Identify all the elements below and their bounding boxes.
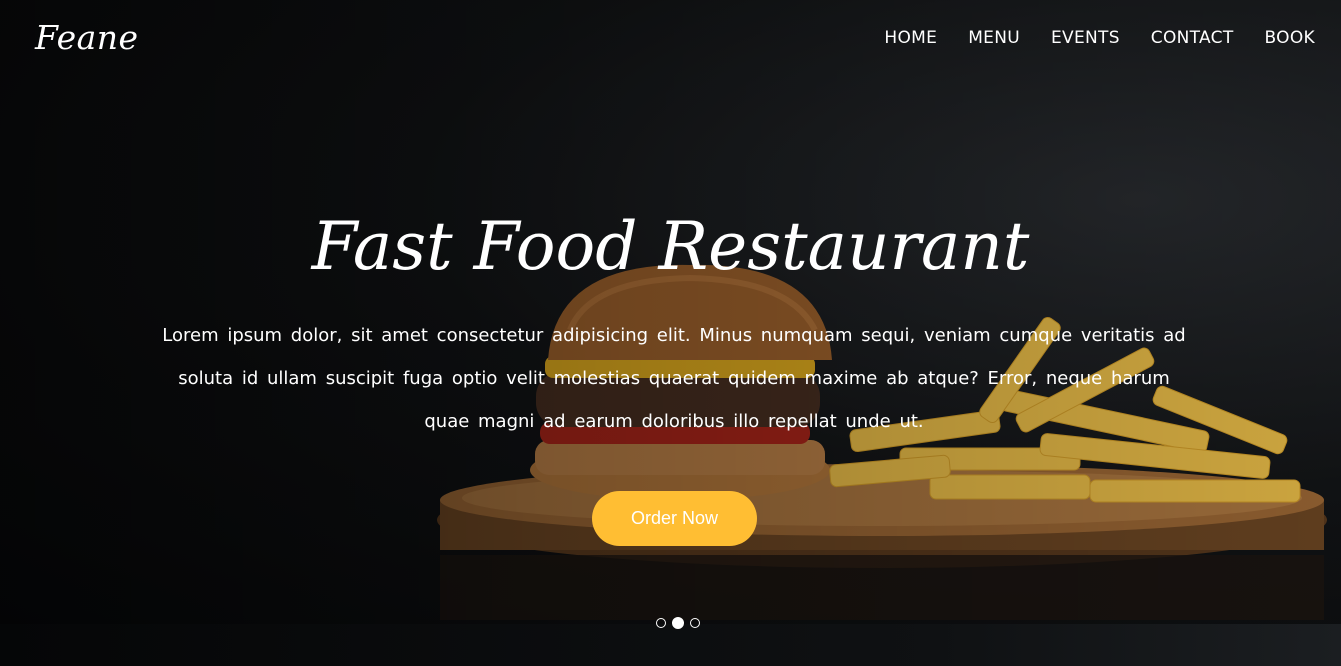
site-logo[interactable]: Feane: [35, 18, 139, 57]
site-header: Feane HOME MENU EVENTS CONTACT BOOK: [0, 0, 1341, 80]
nav-item-home[interactable]: HOME: [884, 28, 937, 48]
hero-bottom-band: [0, 624, 1341, 666]
main-nav: HOME MENU EVENTS CONTACT BOOK: [853, 28, 1315, 48]
carousel-dot-2[interactable]: [672, 617, 684, 629]
hero-section: Feane HOME MENU EVENTS CONTACT BOOK Fast…: [0, 0, 1341, 666]
carousel-dot-3[interactable]: [690, 618, 700, 628]
carousel-indicators: [653, 617, 703, 629]
nav-item-menu[interactable]: MENU: [968, 28, 1020, 48]
nav-item-events[interactable]: EVENTS: [1051, 28, 1120, 48]
nav-item-book[interactable]: BOOK: [1265, 28, 1315, 48]
order-now-button[interactable]: Order Now: [592, 491, 757, 546]
hero-title: Fast Food Restaurant: [311, 208, 1030, 285]
nav-item-contact[interactable]: CONTACT: [1151, 28, 1234, 48]
carousel-dot-1[interactable]: [656, 618, 666, 628]
hero-description: Lorem ipsum dolor, sit amet consectetur …: [162, 325, 1186, 432]
